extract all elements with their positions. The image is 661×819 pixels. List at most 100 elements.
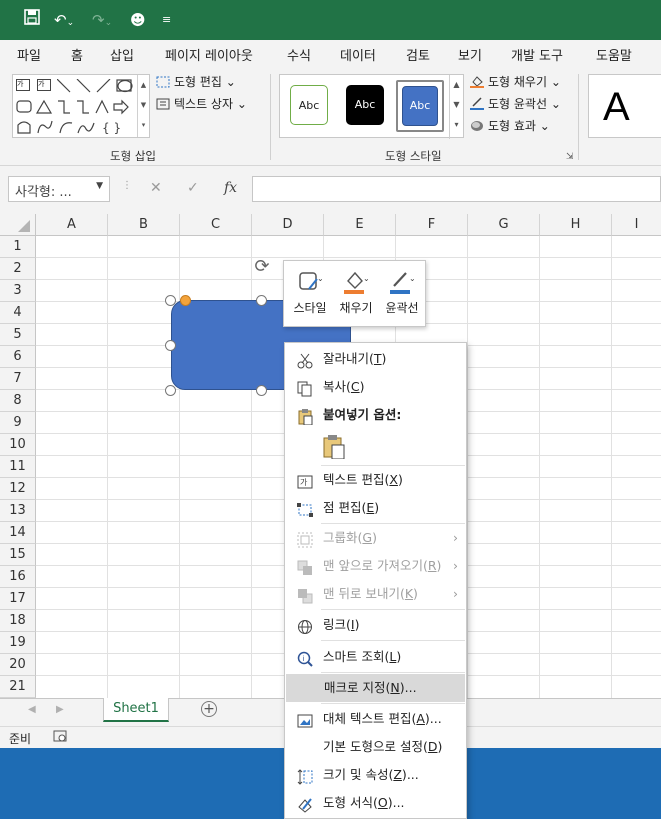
menu-item-assign-macro[interactable]: 매크로 지정(N)... xyxy=(286,674,465,702)
resize-handle-left[interactable] xyxy=(165,340,176,351)
row-header[interactable]: 2 xyxy=(0,258,36,280)
resize-handle-top-left[interactable] xyxy=(165,295,176,306)
mini-fill-button[interactable]: ⌄ 채우기 xyxy=(334,265,378,323)
enter-icon[interactable]: ✓ xyxy=(187,180,199,196)
style-preset-white[interactable]: Abc xyxy=(290,85,328,125)
row-header[interactable]: 15 xyxy=(0,544,36,566)
vertical-textbox-shape-icon[interactable]: 가 xyxy=(37,79,51,91)
tab-formulas[interactable]: 수식 xyxy=(287,45,311,64)
name-box[interactable]: 사각형: ... ▼ xyxy=(8,176,110,202)
menu-item-smart-lookup[interactable]: i 스마트 조회(L) xyxy=(285,643,466,671)
text-box-button[interactable]: 텍스트 상자 ⌄ xyxy=(156,94,247,114)
dialog-launcher-icon[interactable]: ⇲ xyxy=(566,152,574,162)
scroll-right-icon[interactable]: ▶ xyxy=(56,704,64,715)
menu-item-size-properties[interactable]: 크기 및 속성(Z)... xyxy=(285,761,466,789)
row-header[interactable]: 16 xyxy=(0,566,36,588)
menu-item-bring-to-front[interactable]: 맨 앞으로 가져오기(R) › xyxy=(285,552,466,580)
column-header[interactable]: C xyxy=(180,214,252,236)
menu-item-set-default-shape[interactable]: 기본 도형으로 설정(D) xyxy=(285,733,466,761)
column-header[interactable]: H xyxy=(540,214,612,236)
column-header[interactable]: D xyxy=(252,214,324,236)
column-header[interactable]: A xyxy=(36,214,108,236)
row-header[interactable]: 18 xyxy=(0,610,36,632)
styles-gallery-scroll[interactable]: ▲ ▼ ▾ xyxy=(449,75,463,139)
add-sheet-icon[interactable]: + xyxy=(201,701,217,717)
freeform-shapes-row-icon[interactable]: { } xyxy=(16,119,138,135)
tab-data[interactable]: 데이터 xyxy=(340,45,376,64)
shapes-gallery-scroll[interactable]: ▲ ▼ ▾ xyxy=(137,75,149,137)
column-header[interactable]: E xyxy=(324,214,396,236)
accessibility-icon[interactable] xyxy=(53,730,67,746)
sheet-tab[interactable]: Sheet1 xyxy=(103,698,169,722)
column-header[interactable]: G xyxy=(468,214,540,236)
row-header[interactable]: 8 xyxy=(0,390,36,412)
row-header[interactable]: 10 xyxy=(0,434,36,456)
menu-item-edit-points[interactable]: 점 편집(E) xyxy=(285,494,466,522)
oval-shape-icon[interactable] xyxy=(117,79,133,93)
row-header[interactable]: 4 xyxy=(0,302,36,324)
insert-function-button[interactable]: fx xyxy=(224,180,237,196)
paste-option-button[interactable] xyxy=(323,435,347,460)
tab-file[interactable]: 파일 xyxy=(17,45,41,64)
menu-item-send-to-back[interactable]: 맨 뒤로 보내기(K) › xyxy=(285,580,466,608)
wordart-style-preview[interactable]: A xyxy=(588,74,661,138)
tab-view[interactable]: 보기 xyxy=(458,45,482,64)
row-header[interactable]: 20 xyxy=(0,654,36,676)
row-header[interactable]: 12 xyxy=(0,478,36,500)
save-icon[interactable] xyxy=(24,9,40,31)
tab-review[interactable]: 검토 xyxy=(406,45,430,64)
basic-shapes-row-icon[interactable] xyxy=(16,99,138,115)
menu-item-link[interactable]: 링크(I) xyxy=(285,611,466,639)
row-header[interactable]: 21 xyxy=(0,676,36,698)
menu-item-copy[interactable]: 복사(C) xyxy=(285,373,466,401)
mini-style-button[interactable]: ⌄ 스타일 xyxy=(288,265,332,323)
smiley-icon[interactable]: ☻ xyxy=(130,9,146,31)
row-header[interactable]: 17 xyxy=(0,588,36,610)
shape-effects-button[interactable]: 도형 효과 ⌄ xyxy=(470,116,550,136)
menu-item-edit-text[interactable]: 가 텍스트 편집(X) xyxy=(285,466,466,494)
column-header[interactable]: B xyxy=(108,214,180,236)
row-header[interactable]: 5 xyxy=(0,324,36,346)
row-header[interactable]: 13 xyxy=(0,500,36,522)
resize-handle-top[interactable] xyxy=(256,295,267,306)
shapes-gallery[interactable]: 가 가 { } ▲ ▼ ▾ xyxy=(12,74,150,138)
row-header[interactable]: 7 xyxy=(0,368,36,390)
tab-insert[interactable]: 삽입 xyxy=(110,45,134,64)
column-header[interactable]: I xyxy=(612,214,661,236)
row-header[interactable]: 19 xyxy=(0,632,36,654)
row-header[interactable]: 3 xyxy=(0,280,36,302)
customize-icon[interactable]: ≡ xyxy=(162,9,171,31)
rotate-handle-icon[interactable]: ⟳ xyxy=(251,256,273,278)
redo-icon[interactable]: ↷⌄ xyxy=(92,9,112,31)
edit-shape-button[interactable]: 도형 편집 ⌄ xyxy=(156,72,236,92)
cancel-icon[interactable]: ✕ xyxy=(150,180,162,196)
tab-developer[interactable]: 개발 도구 xyxy=(511,45,563,64)
textbox-shape-icon[interactable]: 가 xyxy=(16,79,30,91)
formula-input[interactable] xyxy=(252,176,661,202)
undo-icon[interactable]: ↶⌄ xyxy=(54,9,74,31)
shape-fill-button[interactable]: 도형 채우기 ⌄ xyxy=(470,72,561,92)
style-preset-blue-selected[interactable]: Abc xyxy=(396,80,444,132)
resize-handle-bottom-left[interactable] xyxy=(165,385,176,396)
row-header[interactable]: 11 xyxy=(0,456,36,478)
menu-item-format-shape[interactable]: 도형 서식(O)... xyxy=(285,789,466,817)
tab-help[interactable]: 도움말 xyxy=(596,45,632,64)
row-header[interactable]: 6 xyxy=(0,346,36,368)
row-header[interactable]: 14 xyxy=(0,522,36,544)
select-all-corner[interactable] xyxy=(0,214,36,236)
shape-styles-gallery[interactable]: Abc Abc Abc ▲ ▼ ▾ xyxy=(279,74,464,139)
menu-item-alt-text[interactable]: 대체 텍스트 편집(A)... xyxy=(285,705,466,733)
mini-outline-button[interactable]: ⌄ 윤곽선 xyxy=(380,265,424,323)
column-header[interactable]: F xyxy=(396,214,468,236)
tab-page-layout[interactable]: 페이지 레이아웃 xyxy=(165,45,253,64)
menu-item-group[interactable]: 그룹화(G) › xyxy=(285,524,466,552)
tab-home[interactable]: 홈 xyxy=(71,45,83,64)
menu-item-cut[interactable]: 잘라내기(T) xyxy=(285,345,466,373)
shape-outline-button[interactable]: 도형 윤곽선 ⌄ xyxy=(470,94,561,114)
resize-handle-bottom[interactable] xyxy=(256,385,267,396)
scroll-left-icon[interactable]: ◀ xyxy=(28,704,36,715)
style-preset-black[interactable]: Abc xyxy=(346,85,384,125)
row-header[interactable]: 1 xyxy=(0,236,36,258)
row-header[interactable]: 9 xyxy=(0,412,36,434)
adjust-handle[interactable] xyxy=(180,295,191,306)
